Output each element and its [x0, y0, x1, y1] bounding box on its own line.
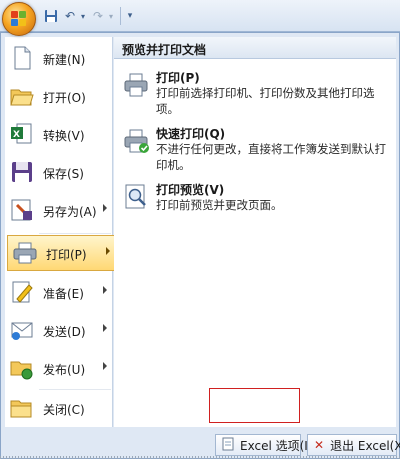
panel-title: 预览并打印文档 — [114, 37, 396, 59]
submenu-arrow-icon — [103, 204, 107, 212]
undo-icon[interactable]: ↶ — [62, 7, 78, 25]
menu-item-print[interactable]: 打印(P) — [7, 235, 117, 271]
open-folder-icon — [9, 83, 35, 109]
submenu-item-description: 打印前预览并更改页面。 — [156, 198, 283, 212]
submenu-item-title: 快速打印(Q) — [156, 127, 226, 141]
menu-item-label: 转换(V) — [43, 129, 85, 143]
menu-item-label: 新建(N) — [43, 53, 86, 67]
exit-excel-button[interactable]: ✕ 退出 Excel(X) — [307, 434, 400, 456]
menu-item-label: 关闭(C) — [43, 403, 85, 417]
quick-access-toolbar: ↶ ▾ ↷ ▾ ▾ — [0, 0, 400, 32]
submenu-item-description: 不进行任何更改，直接将工作簿发送到默认打印机。 — [156, 142, 386, 172]
menu-item-label: 保存(S) — [43, 167, 84, 181]
toolbar-divider — [120, 7, 121, 25]
customize-toolbar-icon[interactable]: ▾ — [124, 7, 136, 25]
menu-item-label: 发送(D) — [43, 325, 86, 339]
save-icon[interactable] — [42, 7, 60, 25]
annotation-highlight-box — [209, 388, 300, 423]
submenu-item-description: 打印前选择打印机、打印份数及其他打印选项。 — [156, 86, 375, 116]
excel-options-button[interactable]: Excel 选项(I) — [215, 434, 313, 456]
menu-item-label: 另存为(A) — [43, 205, 97, 219]
menu-divider — [39, 389, 111, 390]
menu-divider — [39, 233, 111, 234]
submenu-item-print[interactable]: 打印(P) 打印前选择打印机、打印份数及其他打印选项。 — [120, 69, 392, 121]
print-icon — [12, 240, 38, 266]
menu-item-send[interactable]: 发送(D) — [5, 313, 113, 349]
print-preview-icon — [122, 183, 150, 211]
redo-dropdown-icon[interactable]: ▾ — [106, 7, 116, 25]
options-doc-icon — [222, 437, 234, 454]
submenu-arrow-icon — [103, 362, 107, 370]
submenu-item-title: 打印预览(V) — [156, 183, 225, 197]
submenu-arrow-icon — [103, 324, 107, 332]
exit-excel-label: 退出 Excel(X) — [330, 438, 400, 453]
menu-item-close[interactable]: 关闭(C) — [5, 391, 113, 427]
menu-item-convert[interactable]: X 转换(V) — [5, 117, 113, 153]
printer-icon — [122, 71, 150, 99]
office-menu: 新建(N) 打开(O) X 转换(V) 保存(S) 另存为(A) 打印(P) 准… — [0, 32, 400, 459]
submenu-item-title: 打印(P) — [156, 71, 200, 85]
save-icon — [9, 159, 35, 185]
svg-text:X: X — [13, 130, 20, 140]
office-logo-icon — [11, 11, 27, 27]
undo-dropdown-icon[interactable]: ▾ — [78, 7, 88, 25]
send-icon — [9, 317, 35, 343]
quick-print-icon — [122, 127, 150, 155]
publish-icon — [9, 355, 35, 381]
redo-icon[interactable]: ↷ — [90, 7, 106, 25]
menu-item-new[interactable]: 新建(N) — [5, 41, 113, 77]
new-document-icon — [9, 45, 35, 71]
excel-options-label: Excel 选项(I) — [240, 438, 313, 453]
menu-item-open[interactable]: 打开(O) — [5, 79, 113, 115]
convert-icon: X — [9, 121, 35, 147]
menu-item-label: 打印(P) — [46, 248, 87, 262]
menu-item-save-as[interactable]: 另存为(A) — [5, 193, 113, 229]
close-folder-icon — [9, 395, 35, 421]
save-as-icon — [9, 197, 35, 223]
submenu-item-print-preview[interactable]: 打印预览(V) 打印前预览并更改页面。 — [120, 181, 392, 221]
menu-item-label: 打开(O) — [43, 91, 86, 105]
print-submenu-panel: 预览并打印文档 打印(P) 打印前选择打印机、打印份数及其他打印选项。 快速打印… — [114, 37, 396, 427]
submenu-arrow-icon — [103, 286, 107, 294]
menu-item-label: 准备(E) — [43, 287, 84, 301]
office-button[interactable] — [2, 2, 36, 36]
menu-item-publish[interactable]: 发布(U) — [5, 351, 113, 387]
menu-item-save[interactable]: 保存(S) — [5, 155, 113, 191]
menu-command-list: 新建(N) 打开(O) X 转换(V) 保存(S) 另存为(A) 打印(P) 准… — [5, 37, 117, 427]
menu-item-label: 发布(U) — [43, 363, 86, 377]
prepare-icon — [9, 279, 35, 305]
menu-item-prepare[interactable]: 准备(E) — [5, 275, 113, 311]
submenu-arrow-icon — [106, 247, 110, 255]
submenu-item-quick-print[interactable]: 快速打印(Q) 不进行任何更改，直接将工作簿发送到默认打印机。 — [120, 125, 392, 177]
close-icon: ✕ — [314, 438, 325, 452]
